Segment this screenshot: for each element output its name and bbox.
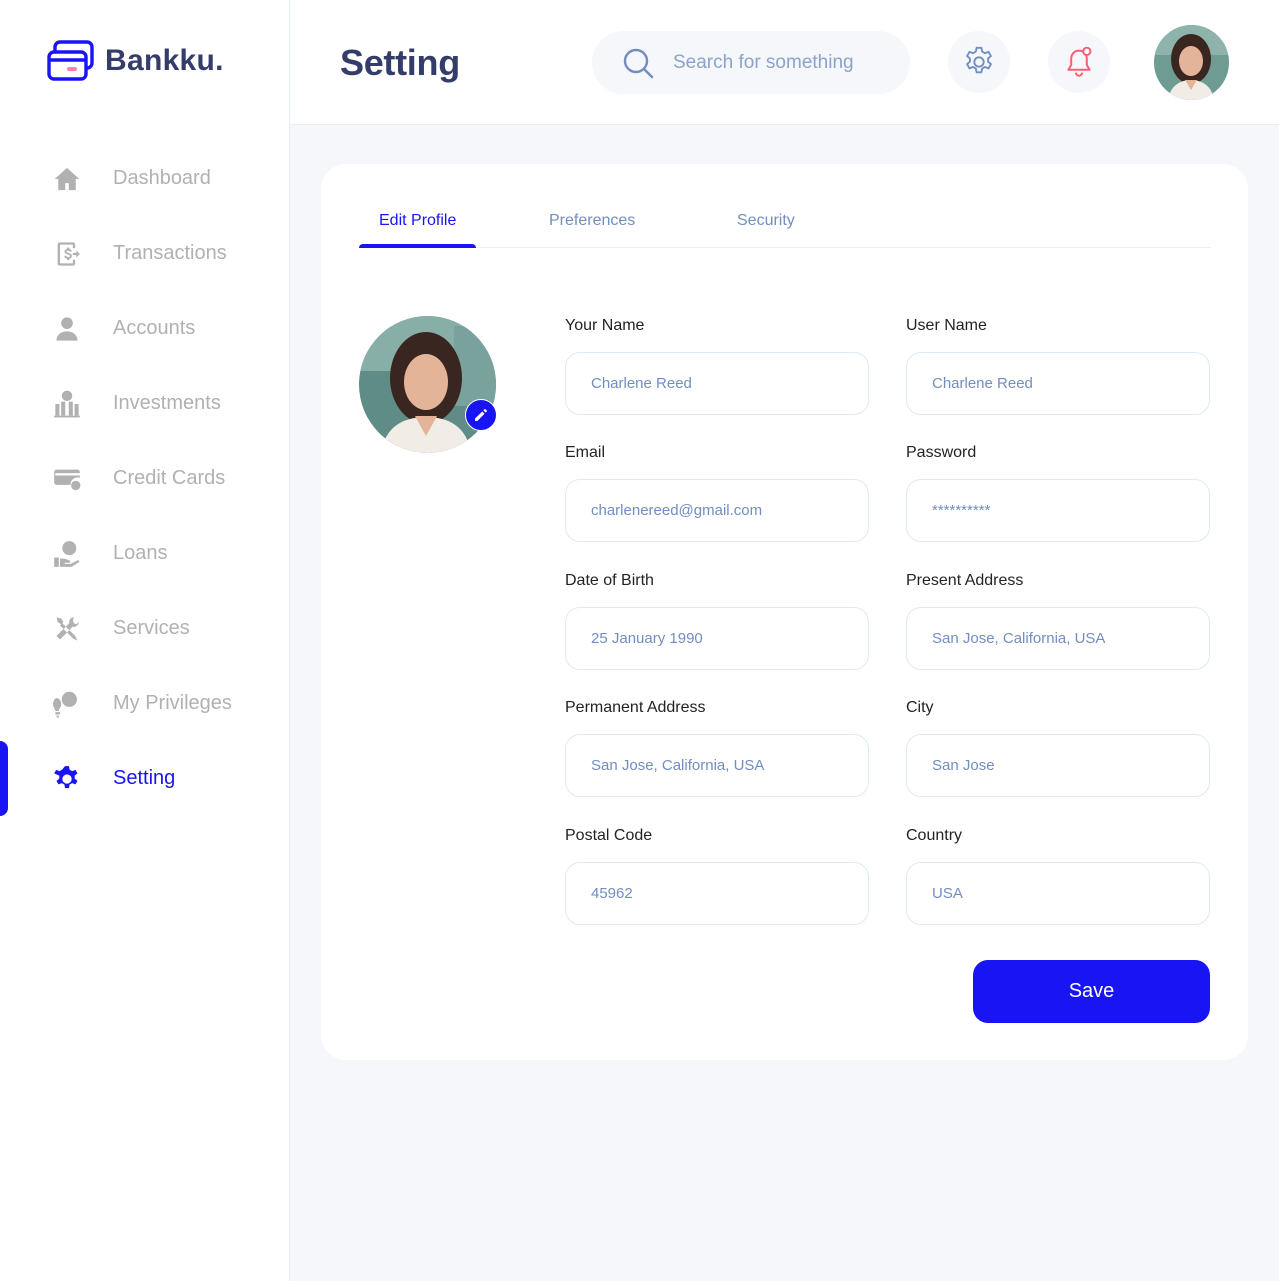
- active-tab-indicator: [359, 244, 476, 248]
- sidebar-item-label: Investments: [113, 392, 221, 414]
- transfer-icon: [53, 240, 81, 268]
- sidebar-item-my-privileges[interactable]: My Privileges: [0, 666, 290, 741]
- sidebar-item-label: My Privileges: [113, 692, 232, 714]
- user-name-input[interactable]: Charlene Reed: [906, 352, 1210, 415]
- settings-card: Edit Profile Preferences Security Your N…: [321, 164, 1248, 1060]
- sidebar-item-dashboard[interactable]: Dashboard: [0, 141, 290, 216]
- sidebar: Bankku. Dashboard Transactions Accounts …: [0, 0, 290, 1281]
- postal-code-field: Postal Code 45962: [565, 827, 869, 925]
- date-of-birth-field: Date of Birth 25 January 1990: [565, 572, 869, 670]
- user-name-field: User Name Charlene Reed: [906, 317, 1210, 415]
- sidebar-item-accounts[interactable]: Accounts: [0, 291, 290, 366]
- tab-preferences[interactable]: Preferences: [549, 212, 635, 230]
- avatar-photo-icon: [1154, 25, 1229, 100]
- password-input[interactable]: **********: [906, 479, 1210, 542]
- sidebar-item-credit-cards[interactable]: Credit Cards: [0, 441, 290, 516]
- city-field: City San Jose: [906, 699, 1210, 797]
- your-name-field: Your Name Charlene Reed: [565, 317, 869, 415]
- present-address-label: Present Address: [906, 572, 1024, 589]
- user-name-label: User Name: [906, 317, 987, 334]
- password-label: Password: [906, 444, 977, 461]
- edit-photo-button[interactable]: [465, 399, 497, 431]
- loan-icon: [53, 540, 81, 568]
- privileges-icon: [53, 690, 81, 718]
- sidebar-item-investments[interactable]: Investments: [0, 366, 290, 441]
- logo[interactable]: Bankku.: [47, 40, 224, 82]
- sidebar-item-label: Setting: [113, 767, 176, 789]
- sidebar-item-services[interactable]: Services: [0, 591, 290, 666]
- pencil-icon: [475, 409, 487, 421]
- user-avatar[interactable]: [1154, 25, 1229, 100]
- page-title: Setting: [340, 42, 460, 83]
- search-icon: [623, 48, 654, 78]
- home-icon: [53, 165, 81, 193]
- date-of-birth-label: Date of Birth: [565, 572, 654, 589]
- notifications-button[interactable]: [1048, 31, 1110, 93]
- date-of-birth-input[interactable]: 25 January 1990: [565, 607, 869, 670]
- country-label: Country: [906, 827, 963, 844]
- settings-button[interactable]: [948, 31, 1010, 93]
- your-name-label: Your Name: [565, 317, 645, 334]
- sidebar-item-label: Credit Cards: [113, 467, 226, 489]
- sidebar-item-label: Transactions: [113, 242, 227, 264]
- sidebar-item-label: Dashboard: [113, 167, 211, 189]
- profile-photo-icon: [359, 316, 496, 453]
- country-field: Country USA: [906, 827, 1210, 925]
- services-icon: [53, 615, 81, 643]
- permanent-address-field: Permanent Address San Jose, California, …: [565, 699, 869, 797]
- your-name-input[interactable]: Charlene Reed: [565, 352, 869, 415]
- city-label: City: [906, 699, 934, 716]
- sidebar-item-label: Loans: [113, 542, 168, 564]
- email-input[interactable]: charlenereed@gmail.com: [565, 479, 869, 542]
- save-button[interactable]: Save: [973, 960, 1210, 1023]
- city-input[interactable]: San Jose: [906, 734, 1210, 797]
- postal-code-label: Postal Code: [565, 827, 653, 844]
- bank-cards-logo-icon: [47, 40, 94, 81]
- gear-icon: [53, 765, 81, 793]
- search-bar[interactable]: [592, 31, 910, 94]
- tab-edit-profile[interactable]: Edit Profile: [379, 212, 456, 230]
- sidebar-item-loans[interactable]: Loans: [0, 516, 290, 591]
- investment-icon: [53, 390, 81, 418]
- password-field: Password **********: [906, 444, 1210, 542]
- sidebar-item-transactions[interactable]: Transactions: [0, 216, 290, 291]
- credit-card-icon: [53, 465, 81, 493]
- postal-code-input[interactable]: 45962: [565, 862, 869, 925]
- email-field: Email charlenereed@gmail.com: [565, 444, 869, 542]
- sidebar-item-setting[interactable]: Setting: [0, 741, 290, 816]
- present-address-field: Present Address San Jose, California, US…: [906, 572, 1210, 670]
- top-header: Setting: [290, 0, 1279, 125]
- bell-icon: [1067, 46, 1092, 77]
- present-address-input[interactable]: San Jose, California, USA: [906, 607, 1210, 670]
- tab-security[interactable]: Security: [737, 212, 795, 230]
- permanent-address-input[interactable]: San Jose, California, USA: [565, 734, 869, 797]
- sidebar-item-label: Accounts: [113, 317, 196, 339]
- app-name: Bankku.: [105, 44, 224, 77]
- sidebar-nav: Dashboard Transactions Accounts Investme…: [0, 141, 290, 816]
- sidebar-item-label: Services: [113, 617, 190, 639]
- settings-tabs: Edit Profile Preferences Security: [359, 202, 1211, 248]
- email-label: Email: [565, 444, 606, 461]
- permanent-address-label: Permanent Address: [565, 699, 706, 716]
- user-icon: [53, 315, 81, 343]
- country-input[interactable]: USA: [906, 862, 1210, 925]
- search-input[interactable]: [673, 51, 893, 74]
- profile-picture: [359, 316, 496, 453]
- gear-icon: [966, 46, 992, 74]
